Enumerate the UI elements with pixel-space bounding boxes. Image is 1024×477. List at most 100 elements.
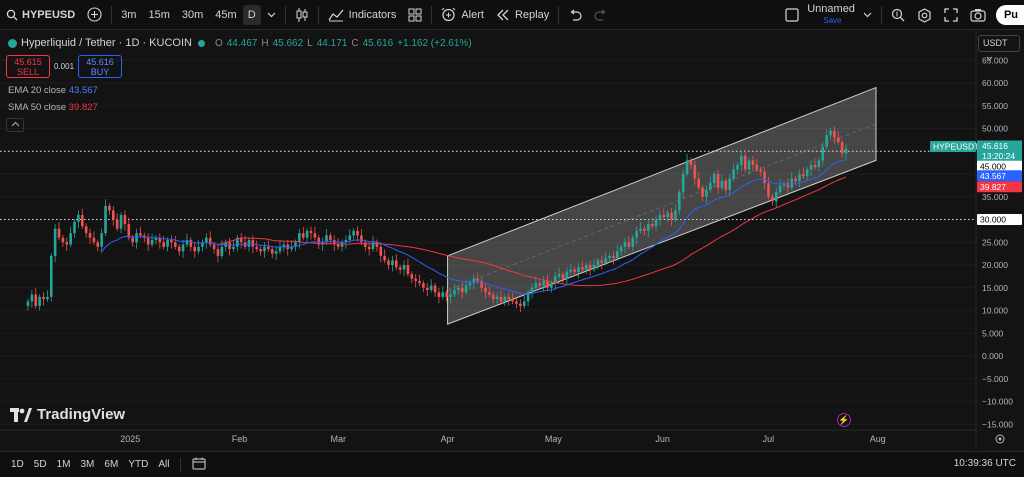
indicators-button[interactable]: Indicators: [322, 0, 403, 30]
quick-search-button[interactable]: [885, 0, 911, 30]
timeframe-dropdown[interactable]: [261, 0, 282, 30]
candle-body: [515, 301, 518, 304]
candle-body: [406, 265, 410, 275]
timeframe-45m[interactable]: 45m: [209, 0, 242, 30]
tradingview-logo[interactable]: TradingView: [10, 406, 125, 423]
chart-type-button[interactable]: [289, 0, 315, 30]
candle-body: [414, 278, 417, 281]
candle-body: [398, 267, 402, 270]
date-range-button[interactable]: [187, 457, 211, 473]
timeframe-3m[interactable]: 3m: [115, 0, 142, 30]
price-tick-label: 10.000: [982, 306, 1008, 316]
price-chart[interactable]: 65.00060.00055.00050.00045.00040.00035.0…: [0, 31, 1024, 449]
range-1d[interactable]: 1D: [6, 459, 29, 470]
brand-name: TradingView: [37, 406, 126, 423]
utc-clock[interactable]: 10:39:36 UTC: [954, 458, 1016, 469]
currency-selector[interactable]: USDT: [978, 35, 1020, 61]
legend-open: 44.467: [226, 37, 258, 49]
candle-body: [596, 260, 600, 265]
symbol-search[interactable]: HYPEUSD: [0, 0, 81, 30]
buy-button[interactable]: 45.616 BUY: [78, 55, 123, 78]
price-axis: 65.00060.00055.00050.00045.00040.00035.0…: [975, 31, 1013, 449]
sell-price: 45.615: [14, 57, 42, 67]
candle-body: [464, 285, 468, 293]
gear-hub: [998, 437, 1002, 441]
candle-body: [119, 214, 123, 229]
range-ytd[interactable]: YTD: [123, 459, 153, 470]
publish-button[interactable]: Pu: [995, 5, 1024, 25]
time-tick-label: Jun: [655, 434, 670, 444]
time-tick-label: Apr: [441, 434, 455, 444]
alert-button[interactable]: Alert: [435, 0, 490, 30]
candle-body: [592, 265, 596, 270]
alert-label: Alert: [461, 8, 484, 21]
candle-body: [623, 242, 627, 247]
candle-body: [534, 283, 538, 288]
fullscreen-button[interactable]: [938, 0, 964, 30]
candle-body: [329, 235, 332, 240]
candle-body: [732, 169, 735, 179]
snapshot-button[interactable]: [964, 0, 992, 30]
candle-body: [298, 233, 301, 243]
timeframe-30m[interactable]: 30m: [176, 0, 209, 30]
candle-body: [728, 178, 731, 190]
candle-body: [166, 239, 169, 247]
legend-title[interactable]: Hyperliquid / Tether · 1D · KUCOIN: [21, 37, 192, 49]
candle-body: [263, 246, 266, 252]
layout-square-icon: [785, 8, 799, 22]
timeframe-daily[interactable]: D: [242, 4, 261, 25]
templates-button[interactable]: [402, 0, 428, 30]
compare-button[interactable]: [81, 0, 108, 30]
settings-button[interactable]: [911, 0, 938, 30]
sma-legend[interactable]: SMA 50 close 39.827: [8, 102, 98, 113]
candle-body: [747, 160, 751, 170]
range-all[interactable]: All: [153, 459, 174, 470]
candle-body: [689, 160, 693, 165]
last-price-tag: 45.616: [982, 141, 1008, 151]
replay-label: Replay: [514, 8, 550, 21]
candle-body: [88, 233, 92, 238]
range-6m[interactable]: 6M: [99, 459, 123, 470]
gear-icon: [917, 7, 932, 23]
range-5d[interactable]: 5D: [29, 459, 52, 470]
candle-body: [387, 260, 390, 265]
candle-body: [709, 183, 712, 190]
lightning-icon[interactable]: ⚡: [837, 413, 851, 427]
sell-button[interactable]: 45.615 SELL: [6, 55, 50, 78]
candle-body: [476, 278, 480, 281]
right-toolbar: Unnamed Save Pu: [779, 0, 1024, 30]
rewind-icon: [496, 9, 510, 21]
candle-body: [542, 280, 545, 286]
candle-body: [123, 214, 127, 225]
replay-button[interactable]: Replay: [490, 0, 555, 30]
candle-body: [57, 228, 61, 238]
candle-body: [410, 274, 414, 279]
timeframe-15m[interactable]: 15m: [142, 0, 175, 30]
candle-body: [790, 178, 794, 188]
undo-icon: [568, 9, 582, 21]
candle-body: [565, 271, 569, 279]
chevron-down-icon: [863, 12, 872, 18]
candle-body: [115, 219, 119, 229]
candle-body: [34, 294, 38, 306]
candle-body: [205, 237, 208, 243]
candle-body: [174, 242, 177, 247]
redo-button[interactable]: [588, 0, 614, 30]
ema-legend[interactable]: EMA 20 close 43.567: [8, 85, 98, 96]
layout-button[interactable]: Unnamed Save: [779, 0, 878, 30]
search-icon: [6, 9, 18, 21]
candle-body: [379, 246, 383, 256]
candle-body: [631, 237, 635, 247]
collapse-legend-button[interactable]: [6, 118, 24, 132]
ema-tag: 43.567: [980, 171, 1006, 181]
chart-legend: Hyperliquid / Tether · 1D · KUCOIN O 44.4…: [8, 37, 472, 49]
undo-button[interactable]: [562, 0, 588, 30]
range-1m[interactable]: 1M: [52, 459, 76, 470]
candle-body: [650, 224, 654, 227]
candle-body: [460, 287, 464, 293]
candle-body: [38, 296, 41, 306]
time-tick-label: Mar: [331, 434, 347, 444]
candle-body: [441, 292, 445, 297]
candle-body: [654, 219, 658, 227]
range-3m[interactable]: 3M: [76, 459, 100, 470]
